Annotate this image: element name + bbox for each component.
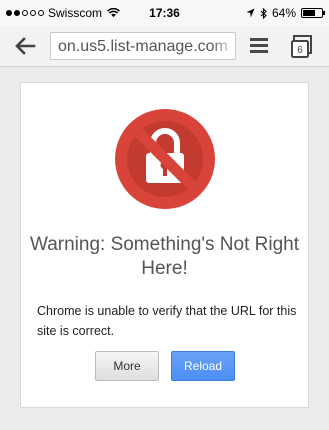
battery-percentage: 64% (271, 6, 296, 20)
tab-switcher-button[interactable]: 6 (289, 34, 315, 58)
url-text: on.us5.list-manage.com (58, 38, 228, 55)
warning-title: Warning: Something's Not Right Here! (29, 234, 300, 279)
bluetooth-icon (260, 7, 267, 19)
location-arrow-icon (246, 8, 255, 18)
more-button[interactable]: More (95, 351, 159, 381)
browser-toolbar: on.us5.list-manage.com 6 (0, 26, 329, 67)
tab-count: 6 (297, 45, 303, 56)
blocked-lock-icon (115, 109, 215, 209)
warning-message: Chrome is unable to verify that the URL … (37, 304, 297, 338)
back-arrow-icon[interactable] (14, 35, 36, 57)
address-bar[interactable]: on.us5.list-manage.com (50, 32, 236, 60)
reload-button[interactable]: Reload (171, 351, 235, 381)
warning-card: Warning: Something's Not Right Here! Chr… (20, 82, 309, 408)
status-right: 64% (246, 6, 325, 20)
menu-icon[interactable] (250, 38, 268, 54)
battery-icon (301, 8, 325, 18)
status-bar: Swisscom 17:36 64% (0, 0, 329, 26)
